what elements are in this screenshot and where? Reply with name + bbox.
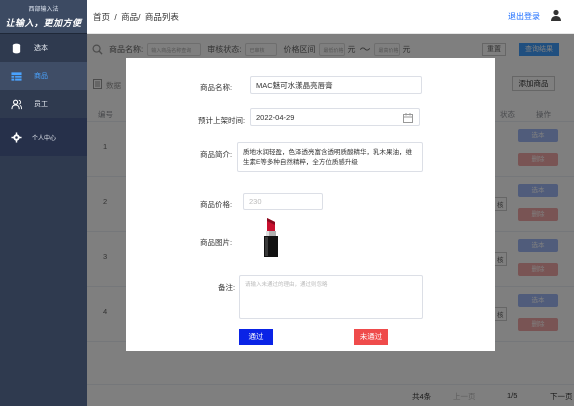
release-date-label: 预计上架时间: — [198, 116, 246, 125]
users-icon — [10, 98, 22, 110]
logo-title: 让输入，更加方便 — [5, 19, 82, 29]
remark-label: 备注: — [218, 283, 236, 292]
breadcrumb-current: 商品列表 — [144, 11, 179, 22]
release-date-value: 2022-04-29 — [256, 112, 295, 122]
lipstick-image — [264, 218, 278, 257]
breadcrumb-separator: / — [114, 11, 117, 22]
sidebar-item-xuanben[interactable]: 选本 — [0, 34, 87, 62]
gear-icon — [10, 131, 22, 143]
intro-label: 商品简介: — [200, 150, 233, 159]
sidebar-item-label: 商品 — [34, 73, 48, 80]
logo: 西部输入法 让输入，更加方便 — [0, 0, 87, 34]
price-field[interactable]: 230 — [243, 193, 323, 210]
logo-subtitle: 西部输入法 — [28, 7, 59, 13]
breadcrumb: 首页 / 商品/ 商品列表 — [93, 11, 181, 23]
image-label: 商品图片: — [200, 238, 233, 247]
sidebar-item-profile[interactable]: 个人中心 — [0, 118, 87, 156]
database-icon — [10, 42, 22, 54]
review-dialog: 商品名称: MAC魅可水漾晶亮唇膏 预计上架时间: 2022-04-29 商品简… — [126, 58, 495, 351]
table-icon — [10, 70, 22, 82]
approve-button[interactable]: 通过 — [239, 329, 273, 345]
remark-placeholder: 请输入未通过的理由，通过则忽略 — [245, 282, 328, 288]
calendar-icon — [403, 113, 413, 123]
reject-button[interactable]: 未通过 — [354, 329, 388, 345]
goods-name-field[interactable]: MAC魅可水漾晶亮唇膏 — [250, 76, 422, 94]
sidebar-item-label: 个人中心 — [32, 135, 57, 142]
price-placeholder: 230 — [249, 197, 262, 206]
sidebar-item-goods[interactable]: 商品 — [0, 62, 87, 90]
intro-textarea[interactable]: 质地水润轻盈，色泽透亮富含透明质酸精华，乳木果油，维生素E等多种自然精粹，全方位… — [237, 142, 423, 172]
header: 首页 / 商品/ 商品列表 退出登录 — [87, 0, 574, 34]
release-date-field[interactable]: 2022-04-29 — [250, 108, 420, 126]
sidebar-item-label: 选本 — [34, 45, 48, 52]
goods-name-label: 商品名称: — [200, 83, 233, 92]
user-icon[interactable] — [550, 9, 562, 21]
breadcrumb-home[interactable]: 首页 — [93, 12, 110, 22]
sidebar-item-label: 员工 — [34, 101, 48, 108]
sidebar: 西部输入法 让输入，更加方便 选本 商品 员工 个人中心 — [0, 0, 87, 406]
logout-link[interactable]: 退出登录 — [508, 11, 540, 22]
breadcrumb-goods[interactable]: 商品/ — [121, 12, 140, 22]
price-label: 商品价格: — [200, 200, 233, 209]
sidebar-item-staff[interactable]: 员工 — [0, 90, 87, 118]
remark-textarea[interactable]: 请输入未通过的理由，通过则忽略 — [239, 275, 423, 319]
goods-name-value: MAC魅可水漾晶亮唇膏 — [256, 80, 333, 90]
